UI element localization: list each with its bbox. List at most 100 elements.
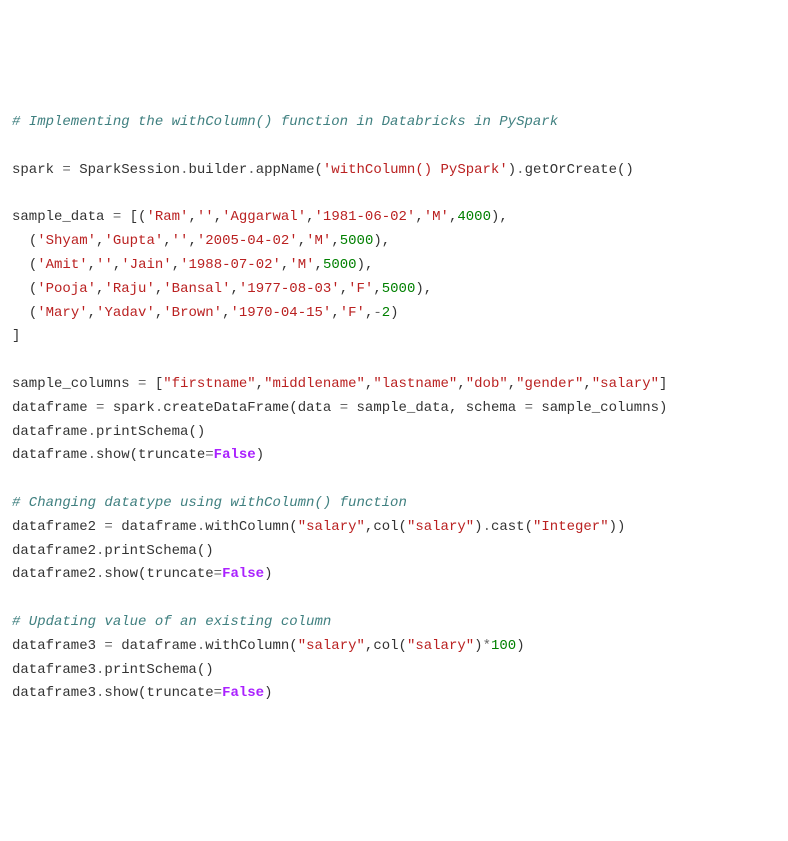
identifier-token [12, 305, 29, 321]
code-line: spark = SparkSession.builder.appName('wi… [12, 159, 776, 183]
paren-token: , [508, 376, 516, 392]
code-line: dataframe2.printSchema() [12, 540, 776, 564]
operator-token: = [96, 400, 113, 416]
paren-token: , [415, 209, 423, 225]
paren-token: , [88, 305, 96, 321]
paren-token: ) [474, 638, 482, 654]
identifier-token: dataframe3 [12, 685, 96, 701]
paren-token: ) [264, 566, 272, 582]
identifier-token: sample_columns [541, 400, 659, 416]
paren-token: ) [264, 685, 272, 701]
identifier-token: dataframe2 [12, 566, 96, 582]
paren-token: , [298, 233, 306, 249]
string-token: 'Brown' [163, 305, 222, 321]
operator-token: . [247, 162, 255, 178]
paren-token: , [331, 233, 339, 249]
identifier-token: withColumn [205, 519, 289, 535]
identifier-token: cast [491, 519, 525, 535]
boolconst-token: False [222, 566, 264, 582]
code-line: dataframe2 = dataframe.withColumn("salar… [12, 516, 776, 540]
operator-token: * [483, 638, 491, 654]
identifier-token: truncate [146, 685, 213, 701]
code-line: sample_data = [('Ram','','Aggarwal','198… [12, 206, 776, 230]
identifier-token: dataframe [12, 447, 88, 463]
paren-token: , [155, 305, 163, 321]
code-line: ('Amit','','Jain','1988-07-02','M',5000)… [12, 254, 776, 278]
code-line: dataframe3 = dataframe.withColumn("salar… [12, 635, 776, 659]
string-token: 'withColumn() PySpark' [323, 162, 508, 178]
paren-token: , [373, 281, 381, 297]
string-token: 'Bansal' [163, 281, 230, 297]
identifier-token: dataframe [121, 638, 197, 654]
code-line: ('Pooja','Raju','Bansal','1977-08-03','F… [12, 278, 776, 302]
identifier-token: appName [256, 162, 315, 178]
identifier-token: getOrCreate [525, 162, 617, 178]
code-line [12, 183, 776, 207]
paren-token: ( [29, 281, 37, 297]
paren-token: ( [29, 305, 37, 321]
paren-token: ( [399, 638, 407, 654]
paren-token: , [163, 233, 171, 249]
paren-token: () [197, 543, 214, 559]
identifier-token: sample_columns [12, 376, 138, 392]
paren-token: , [365, 638, 373, 654]
paren-token: ), [357, 257, 374, 273]
string-token: "lastname" [373, 376, 457, 392]
string-token: 'Aggarwal' [222, 209, 306, 225]
paren-token: ), [415, 281, 432, 297]
operator-token: = [62, 162, 79, 178]
code-line: ('Mary','Yadav','Brown','1970-04-15','F'… [12, 302, 776, 326]
paren-token: ( [289, 400, 297, 416]
paren-token: ] [659, 376, 667, 392]
paren-token: ) [256, 447, 264, 463]
paren-token: , [457, 376, 465, 392]
identifier-token: printSchema [96, 424, 188, 440]
boolconst-token: False [214, 447, 256, 463]
code-line: sample_columns = ["firstname","middlenam… [12, 373, 776, 397]
comment-token: # Changing datatype using withColumn() f… [12, 495, 407, 511]
code-line [12, 349, 776, 373]
code-line [12, 587, 776, 611]
code-block: # Implementing the withColumn() function… [12, 111, 776, 706]
code-line: dataframe3.printSchema() [12, 659, 776, 683]
string-token: "salary" [407, 519, 474, 535]
paren-token: [( [130, 209, 147, 225]
paren-token: , [449, 400, 466, 416]
paren-token: ) [508, 162, 516, 178]
operator-token: . [96, 685, 104, 701]
string-token: 'Raju' [104, 281, 154, 297]
string-token: "salary" [592, 376, 659, 392]
string-token: 'Shyam' [37, 233, 96, 249]
paren-token: , [315, 257, 323, 273]
string-token: "middlename" [264, 376, 365, 392]
operator-token: . [516, 162, 524, 178]
string-token: '1970-04-15' [230, 305, 331, 321]
code-line: dataframe2.show(truncate=False) [12, 563, 776, 587]
paren-token: , [188, 233, 196, 249]
identifier-token [12, 233, 29, 249]
boolconst-token: False [222, 685, 264, 701]
number-token: 5000 [323, 257, 357, 273]
string-token: '2005-04-02' [197, 233, 298, 249]
identifier-token: spark [12, 162, 62, 178]
operator-token: = [214, 685, 222, 701]
identifier-token: dataframe2 [12, 543, 96, 559]
operator-token: = [525, 400, 542, 416]
identifier-token: printSchema [104, 662, 196, 678]
paren-token: , [88, 257, 96, 273]
paren-token: , [256, 376, 264, 392]
identifier-token [12, 257, 29, 273]
string-token: 'Pooja' [37, 281, 96, 297]
string-token: 'Mary' [37, 305, 87, 321]
identifier-token: dataframe2 [12, 519, 104, 535]
comment-token: # Updating value of an existing column [12, 614, 331, 630]
paren-token: , [214, 209, 222, 225]
code-line [12, 468, 776, 492]
number-token: 4000 [457, 209, 491, 225]
paren-token: , [306, 209, 314, 225]
string-token: '1981-06-02' [315, 209, 416, 225]
paren-token: ) [516, 638, 524, 654]
operator-token: . [197, 638, 205, 654]
number-token: 100 [491, 638, 516, 654]
string-token: 'M' [424, 209, 449, 225]
